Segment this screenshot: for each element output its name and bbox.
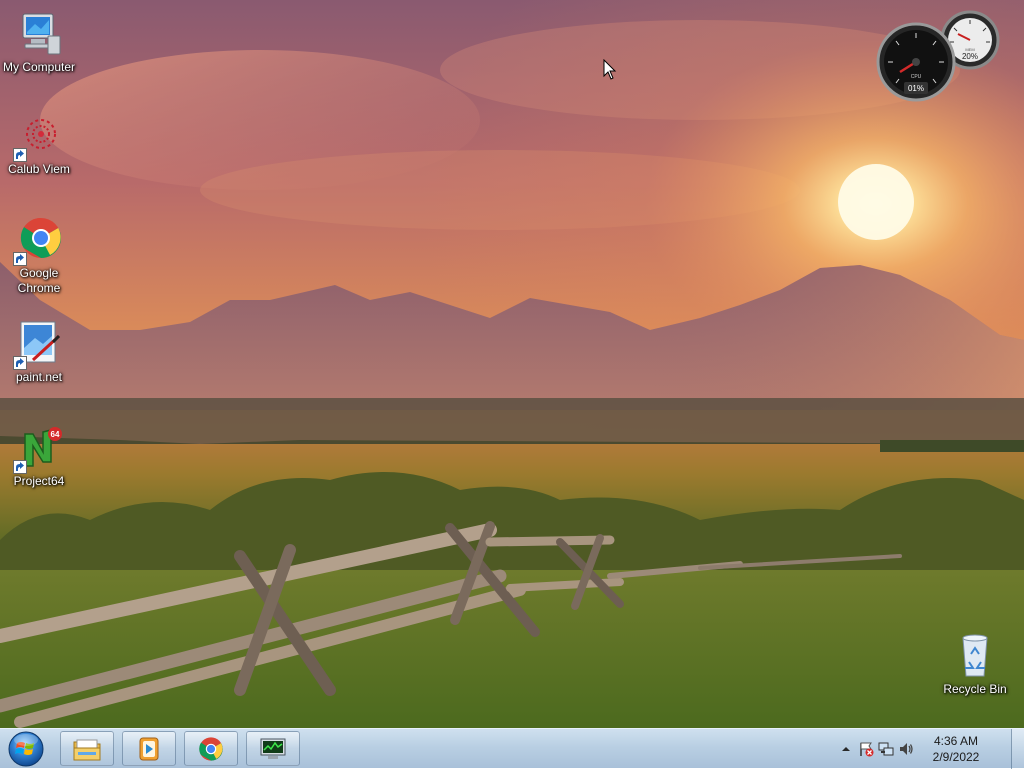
desktop-icon-label: paint.net (15, 370, 63, 384)
cpu-value-text: 01% (908, 84, 924, 93)
start-button[interactable] (4, 730, 48, 768)
shortcut-arrow-icon (13, 148, 27, 162)
calub-viem-icon (13, 112, 63, 162)
chrome-icon (13, 216, 63, 266)
desktop-icon-label: My Computer (2, 60, 76, 74)
taskbar-clock[interactable]: 4:36 AM 2/9/2022 (920, 733, 992, 765)
mouse-cursor (603, 59, 617, 80)
clock-time: 4:36 AM (933, 734, 979, 748)
action-center-flag-icon[interactable] (858, 741, 874, 757)
desktop-icon-my-computer[interactable]: My Computer (0, 10, 78, 75)
volume-icon[interactable] (898, 741, 914, 757)
mem-value-text: 20% (962, 52, 978, 61)
taskbar-file-explorer-button[interactable] (60, 731, 114, 766)
desktop[interactable]: My Computer Calub Viem Google Chrome pai… (0, 0, 1024, 728)
desktop-icon-project64[interactable]: 64 Project64 (0, 424, 78, 489)
taskbar-task-manager-button[interactable] (246, 731, 300, 766)
media-player-icon (139, 737, 159, 760)
desktop-icon-calub-viem[interactable]: Calub Viem (0, 112, 78, 177)
show-hidden-icons-chevron-icon[interactable] (838, 741, 854, 757)
cpu-meter-gadget[interactable]: 20% MEM 01% CPU (876, 10, 1000, 102)
project64-icon: 64 (13, 424, 63, 474)
desktop-icon-google-chrome[interactable]: Google Chrome (0, 216, 78, 296)
network-icon[interactable] (878, 741, 894, 757)
system-tray: 4:36 AM 2/9/2022 (834, 729, 1024, 769)
desktop-icon-label: Recycle Bin (943, 682, 1007, 696)
svg-text:MEM: MEM (965, 47, 974, 52)
shortcut-arrow-icon (13, 252, 27, 266)
clock-date: 2/9/2022 (932, 750, 980, 764)
paintnet-icon (13, 320, 63, 370)
folder-icon (73, 739, 101, 760)
desktop-icon-label: Project64 (13, 474, 65, 488)
taskbar-google-chrome-button[interactable] (184, 731, 238, 766)
desktop-icon-paint-net[interactable]: paint.net (0, 320, 78, 385)
monitor-icon (260, 738, 286, 759)
desktop-icon-recycle-bin[interactable]: Recycle Bin (936, 632, 1014, 697)
desktop-icon-label: Google Chrome (17, 266, 61, 295)
show-desktop-button[interactable] (1011, 729, 1024, 769)
shortcut-arrow-icon (13, 460, 27, 474)
desktop-icon-label: Calub Viem (8, 162, 70, 176)
shortcut-arrow-icon (13, 356, 27, 370)
chrome-icon (199, 736, 223, 761)
svg-text:CPU: CPU (911, 74, 922, 80)
computer-icon (15, 10, 63, 58)
wallpaper-landscape (0, 0, 1024, 728)
svg-text:64: 64 (51, 430, 60, 439)
taskbar: 4:36 AM 2/9/2022 (0, 728, 1024, 769)
recycle-bin-icon (951, 632, 999, 680)
taskbar-media-player-button[interactable] (122, 731, 176, 766)
windows-start-orb-icon (8, 731, 44, 767)
